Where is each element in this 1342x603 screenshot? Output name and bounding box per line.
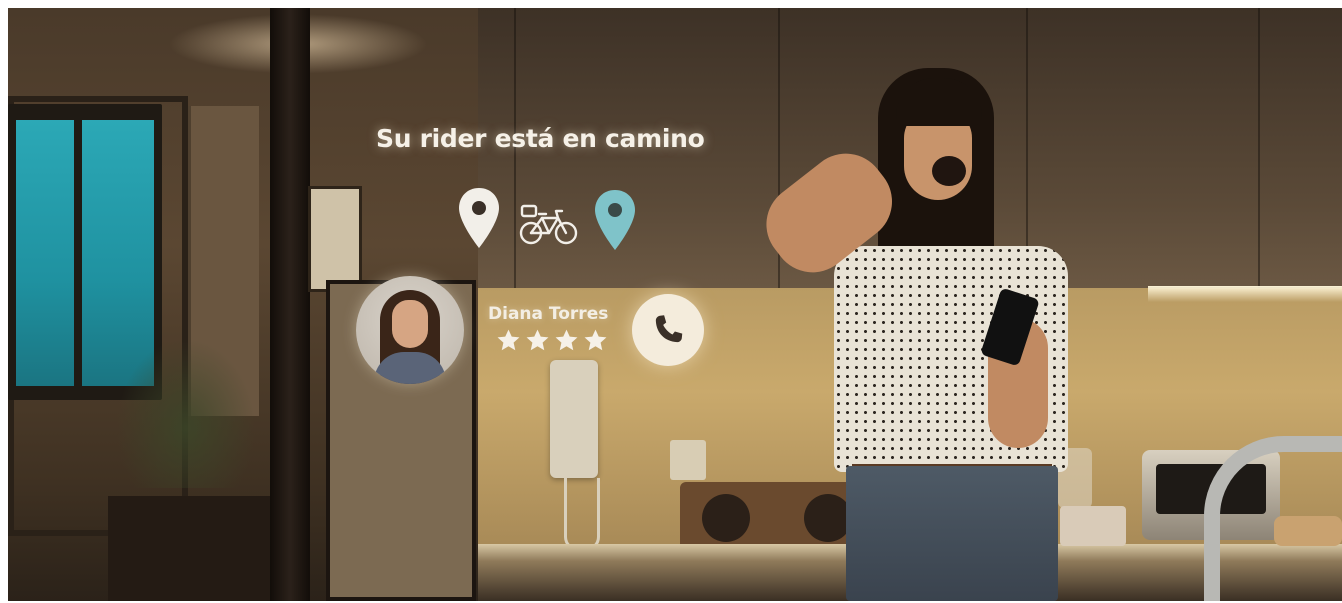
avatar-face: [392, 300, 428, 348]
rider-name: Diana Torres: [488, 304, 609, 324]
origin-pin-icon: [459, 188, 499, 248]
star-icon: [555, 329, 578, 351]
star-icon: [526, 329, 549, 351]
delivery-status-overlay: Su rider está en camino Diana Torres: [0, 0, 1342, 603]
rider-rating: [496, 328, 608, 353]
delivery-status-text: Su rider está en camino: [376, 124, 705, 153]
star-icon: [584, 329, 607, 351]
bicycle-icon: [519, 204, 578, 245]
destination-pin-icon: [595, 190, 635, 250]
rider-avatar: [356, 276, 464, 384]
call-rider-button[interactable]: [632, 294, 704, 366]
phone-icon: [655, 315, 683, 343]
star-icon: [497, 329, 520, 351]
